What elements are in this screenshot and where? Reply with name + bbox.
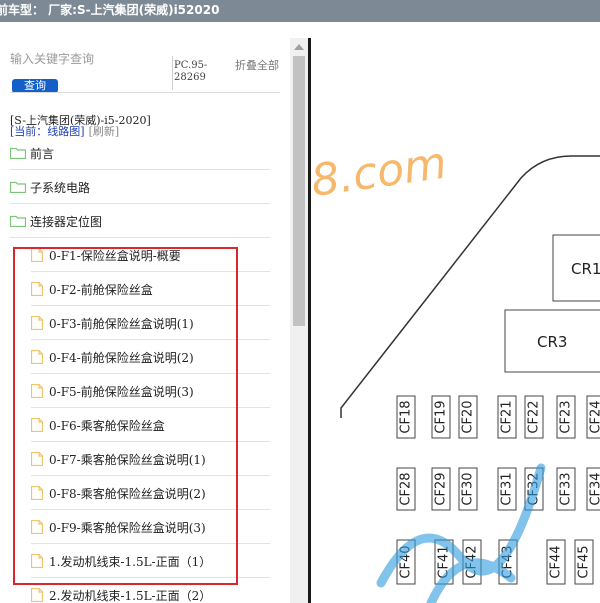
tree-file[interactable]: 0-F8-乘客舱保险丝盒说明(2)	[30, 476, 206, 510]
divider	[10, 92, 280, 93]
tree-file-label: 0-F4-前舱保险丝盒说明(2)	[49, 350, 194, 365]
scrollbar[interactable]	[290, 38, 308, 603]
file-icon	[30, 451, 44, 467]
tree-file[interactable]: 0-F1-保险丝盒说明-概要	[30, 238, 181, 272]
fuse-label: CF19	[434, 400, 449, 433]
tree-file-label: 2.发动机线束-1.5L-正面（2）	[49, 588, 212, 603]
tree-file[interactable]: 0-F4-前舱保险丝盒说明(2)	[30, 340, 194, 374]
tree-file-label: 0-F6-乘客舱保险丝盒	[49, 418, 165, 433]
tree-file[interactable]: 0-F3-前舱保险丝盒说明(1)	[30, 306, 194, 340]
relay-label: CR1	[571, 260, 600, 278]
tree-file[interactable]: 0-F7-乘客舱保险丝盒说明(1)	[30, 442, 206, 476]
tree-file-label: 0-F8-乘客舱保险丝盒说明(2)	[49, 486, 206, 501]
tree-file-label: 0-F1-保险丝盒说明-概要	[49, 248, 181, 263]
tree-file-label: 0-F9-乘客舱保险丝盒说明(3)	[49, 520, 206, 535]
fuse-label: CF44	[549, 545, 564, 578]
relay-label: CR3	[537, 333, 567, 351]
fuse-label: CF20	[461, 400, 476, 433]
window-title: 前车型： 厂家:S-上汽集团(荣威)i52020	[0, 3, 220, 17]
folder-icon	[9, 181, 27, 194]
search-button[interactable]: 查询	[12, 79, 58, 93]
fuse-label: CF18	[399, 400, 414, 433]
tree-file[interactable]: 0-F6-乘客舱保险丝盒	[30, 408, 165, 442]
tree-file[interactable]: 0-F5-前舱保险丝盒说明(3)	[30, 374, 194, 408]
diagram-panel: 8.com CR1 CR3 CF18 CF19 CF20 CF21 CF22 CF23 CF24 C…	[308, 38, 600, 603]
file-icon	[30, 383, 44, 399]
file-icon	[30, 315, 44, 331]
file-icon	[30, 485, 44, 501]
folder-icon	[9, 215, 27, 228]
fuse-label: CF31	[500, 472, 515, 505]
tree-file-label: 0-F3-前舱保险丝盒说明(1)	[49, 316, 194, 331]
refresh-link[interactable]: [刷新]	[89, 125, 120, 138]
tree-file[interactable]: 0-F2-前舱保险丝盒	[30, 272, 153, 306]
scroll-up-icon[interactable]	[294, 44, 304, 50]
fuse-label: CF30	[461, 472, 476, 505]
tree-folder-label: 子系统电路	[30, 180, 91, 195]
left-panel: 查询 PC.95-28269 折叠全部 [S-上汽集团(荣威)-i5-2020]…	[0, 38, 290, 603]
folder-icon	[9, 147, 27, 160]
tree-file[interactable]: 2.发动机线束-1.5L-正面（2）	[30, 578, 212, 603]
file-icon	[30, 417, 44, 433]
file-icon	[30, 587, 44, 603]
search-divider	[172, 56, 173, 90]
tree-file[interactable]: 0-F9-乘客舱保险丝盒说明(3)	[30, 510, 206, 544]
tree-file-label: 1.发动机线束-1.5L-正面（1）	[49, 554, 212, 569]
fuse-label: CF34	[589, 472, 600, 505]
tree-folder-label: 连接器定位图	[30, 214, 103, 229]
tree-folder[interactable]: 前言	[9, 136, 55, 170]
tree-folder[interactable]: 子系统电路	[9, 170, 91, 204]
fuse-label: CF33	[559, 472, 574, 505]
fuse-label: CF24	[589, 400, 600, 433]
fuse-label: CF28	[399, 472, 414, 505]
window-title-bar: 前车型： 厂家:S-上汽集团(荣威)i52020	[0, 0, 600, 22]
tree-folder-label: 前言	[30, 146, 55, 161]
tree-folder[interactable]: 连接器定位图	[9, 204, 103, 238]
file-icon	[30, 519, 44, 535]
fuse-label: CF21	[500, 400, 515, 433]
search-row: 查询 PC.95-28269 折叠全部	[10, 50, 280, 96]
fuse-label: CF29	[434, 472, 449, 505]
scroll-thumb[interactable]	[293, 56, 305, 326]
fuse-label: CF23	[559, 400, 574, 433]
file-icon	[30, 553, 44, 569]
search-input[interactable]	[10, 50, 170, 68]
file-icon	[30, 349, 44, 365]
tree-file-label: 0-F7-乘客舱保险丝盒说明(1)	[49, 452, 206, 467]
tree-file-label: 0-F2-前舱保险丝盒	[49, 282, 153, 297]
fuse-label: CF22	[527, 400, 542, 433]
tree-file[interactable]: 1.发动机线束-1.5L-正面（1）	[30, 544, 212, 578]
document-code: PC.95-28269	[174, 60, 208, 83]
collapse-all-link[interactable]: 折叠全部	[235, 60, 279, 72]
file-icon	[30, 281, 44, 297]
fuse-box-diagram: 8.com CR1 CR3 CF18 CF19 CF20 CF21 CF22 CF23 CF24 C…	[311, 138, 600, 603]
file-icon	[30, 247, 44, 263]
tree-file-label: 0-F5-前舱保险丝盒说明(3)	[49, 384, 194, 399]
watermark-text: 8.com	[311, 138, 450, 207]
fuse-label: CF45	[577, 545, 592, 578]
